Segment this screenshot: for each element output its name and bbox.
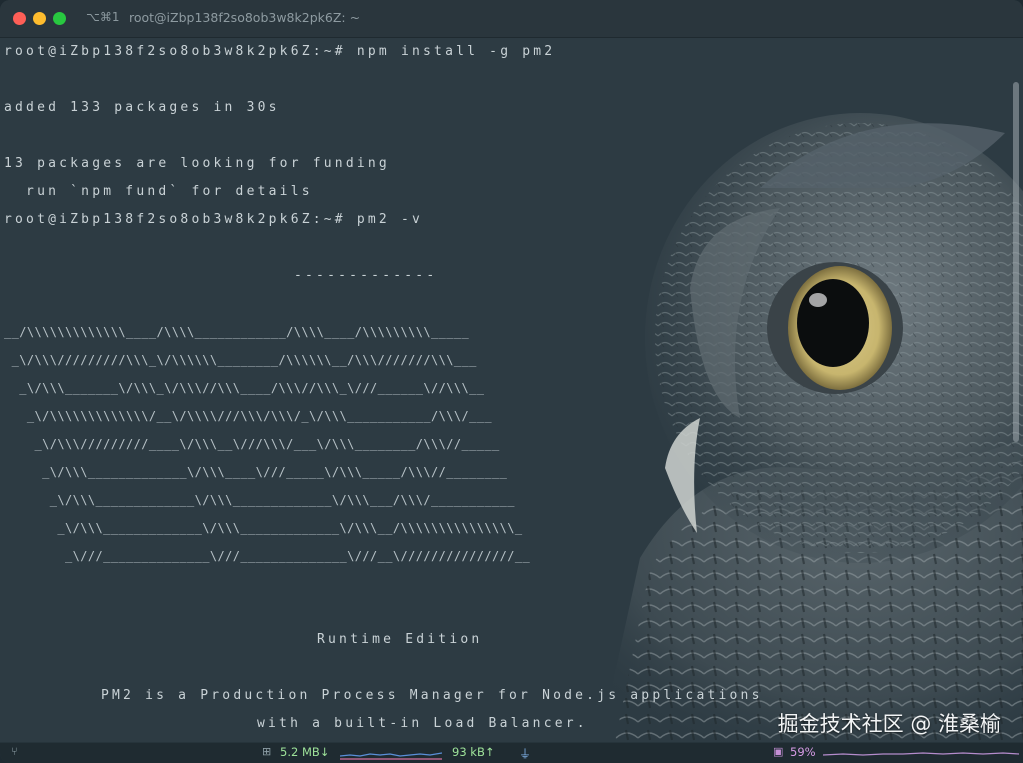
close-button[interactable] <box>13 12 26 25</box>
terminal-line: run `npm fund` for details <box>4 184 313 199</box>
banner-art-line: _\/\\\_____________\/\\\_____________\/\… <box>4 493 515 507</box>
banner-rule: ------------- <box>294 268 438 283</box>
edition-text: Runtime Edition <box>317 632 483 647</box>
banner-art-line: _\/\\\/////////____\/\\\__\///\\\/___\/\… <box>4 437 500 451</box>
banner-art-line: __/\\\\\\\\\\\\\____/\\\\____________/\\… <box>4 325 470 339</box>
maximize-button[interactable] <box>53 12 66 25</box>
banner-art-line: _\/\\\_____________\/\\\_____________\/\… <box>4 521 523 535</box>
network-download: 5.2 MB↓ <box>280 745 330 759</box>
terminal-line: root@iZbp138f2so8ob3w8k2pk6Z:~# pm2 -v <box>4 212 424 227</box>
description-line: with a built-in Load Balancer. <box>257 716 588 731</box>
banner-art-line: _\/\\\_____________\/\\\____\///_____\/\… <box>4 465 508 479</box>
terminal-window: ⌥⌘1 root@iZbp138f2so8ob3w8k2pk6Z: ~ root… <box>0 0 1023 763</box>
title-bar: ⌥⌘1 root@iZbp138f2so8ob3w8k2pk6Z: ~ <box>0 0 1023 38</box>
tab-shortcut: ⌥⌘1 <box>86 10 120 24</box>
cpu-graph <box>823 752 1019 756</box>
banner-art-line: _\/\\\/////////\\\_\/\\\\\\________/\\\\… <box>4 353 477 367</box>
terminal-pane[interactable]: root@iZbp138f2so8ob3w8k2pk6Z:~# npm inst… <box>0 38 1023 742</box>
branch-icon: ⑂ <box>11 745 18 758</box>
network-icon: ⊞ <box>262 745 272 758</box>
network-graph <box>340 752 442 760</box>
terminal-line: added 133 packages in 30s <box>4 100 280 115</box>
window-title: root@iZbp138f2so8ob3w8k2pk6Z: ~ <box>129 10 361 25</box>
description-line: PM2 is a Production Process Manager for … <box>101 688 763 703</box>
terminal-output[interactable]: root@iZbp138f2so8ob3w8k2pk6Z:~# npm inst… <box>0 38 1023 742</box>
network-upload: 93 kB↑ <box>452 745 495 759</box>
terminal-line: 13 packages are looking for funding <box>4 156 390 171</box>
watermark: 掘金技术社区 @ 淮桑榆 <box>777 712 1001 736</box>
plug-icon: ⏚ <box>519 747 532 761</box>
banner-art-line: _\/\\\\\\\\\\\\\/__\/\\\\///\\\/\\\/_\/\… <box>4 409 492 423</box>
status-bar: ⑂ ⊞ 5.2 MB↓ 93 kB↑ ⏚ ▣ 59% <box>0 742 1023 763</box>
scrollbar[interactable] <box>1013 82 1019 442</box>
terminal-line: root@iZbp138f2so8ob3w8k2pk6Z:~# npm inst… <box>4 44 556 59</box>
cpu-icon: ▣ <box>773 745 784 758</box>
minimize-button[interactable] <box>33 12 46 25</box>
banner-art-line: _\///______________\///______________\//… <box>4 549 531 563</box>
cpu-usage: 59% <box>790 745 816 759</box>
banner-art-line: _\/\\\_______\/\\\_\/\\\//\\\____/\\\//\… <box>4 381 485 395</box>
